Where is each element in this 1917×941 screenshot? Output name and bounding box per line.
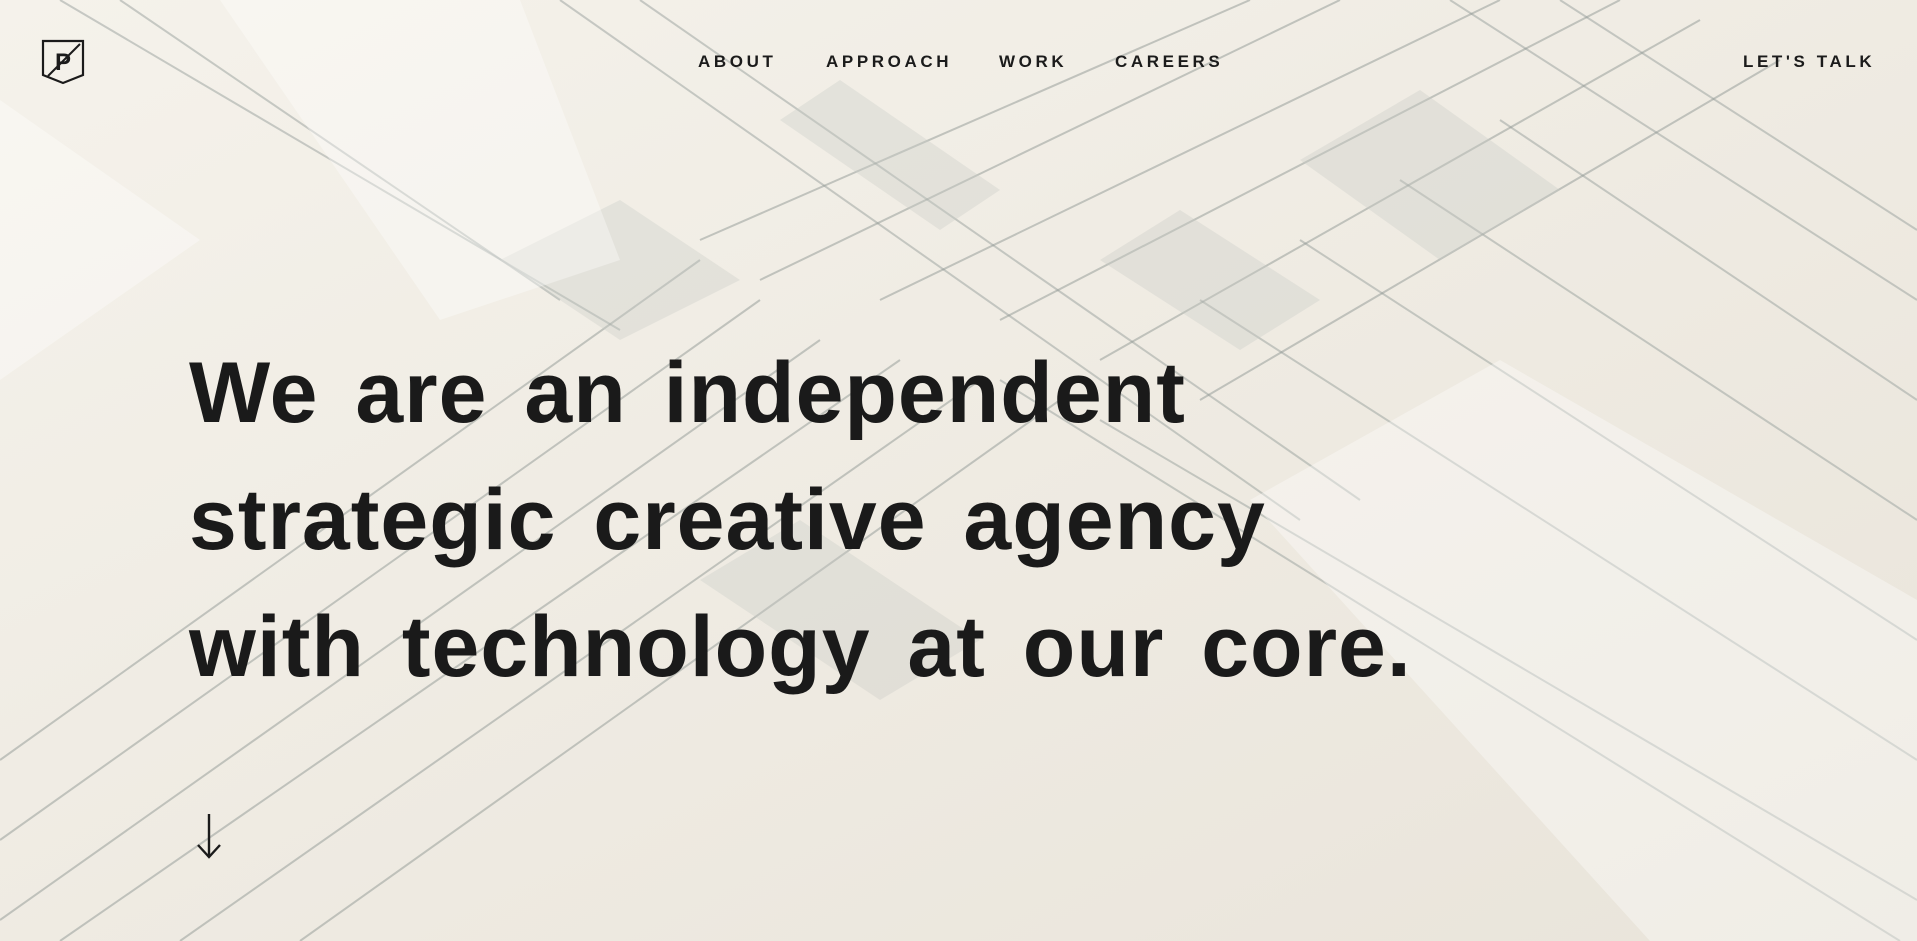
hero-headline: We are an independent strategic creative… [189, 330, 1412, 711]
headline-line-3: with technology at our core. [189, 599, 1412, 695]
hero-section: P ABOUT APPROACH WORK CAREERS LET'S TALK… [0, 0, 1917, 941]
lets-talk-link[interactable]: LET'S TALK [1743, 52, 1875, 72]
headline-line-1: We are an independent [189, 345, 1186, 441]
nav-item-careers[interactable]: CAREERS [1115, 52, 1223, 72]
arrow-down-icon[interactable] [194, 812, 224, 860]
nav-item-approach[interactable]: APPROACH [826, 52, 952, 72]
main-nav: ABOUT APPROACH WORK CAREERS LET'S TALK [0, 52, 1917, 76]
headline-line-2: strategic creative agency [189, 472, 1266, 568]
nav-item-work[interactable]: WORK [999, 52, 1067, 72]
nav-item-about[interactable]: ABOUT [698, 52, 776, 72]
